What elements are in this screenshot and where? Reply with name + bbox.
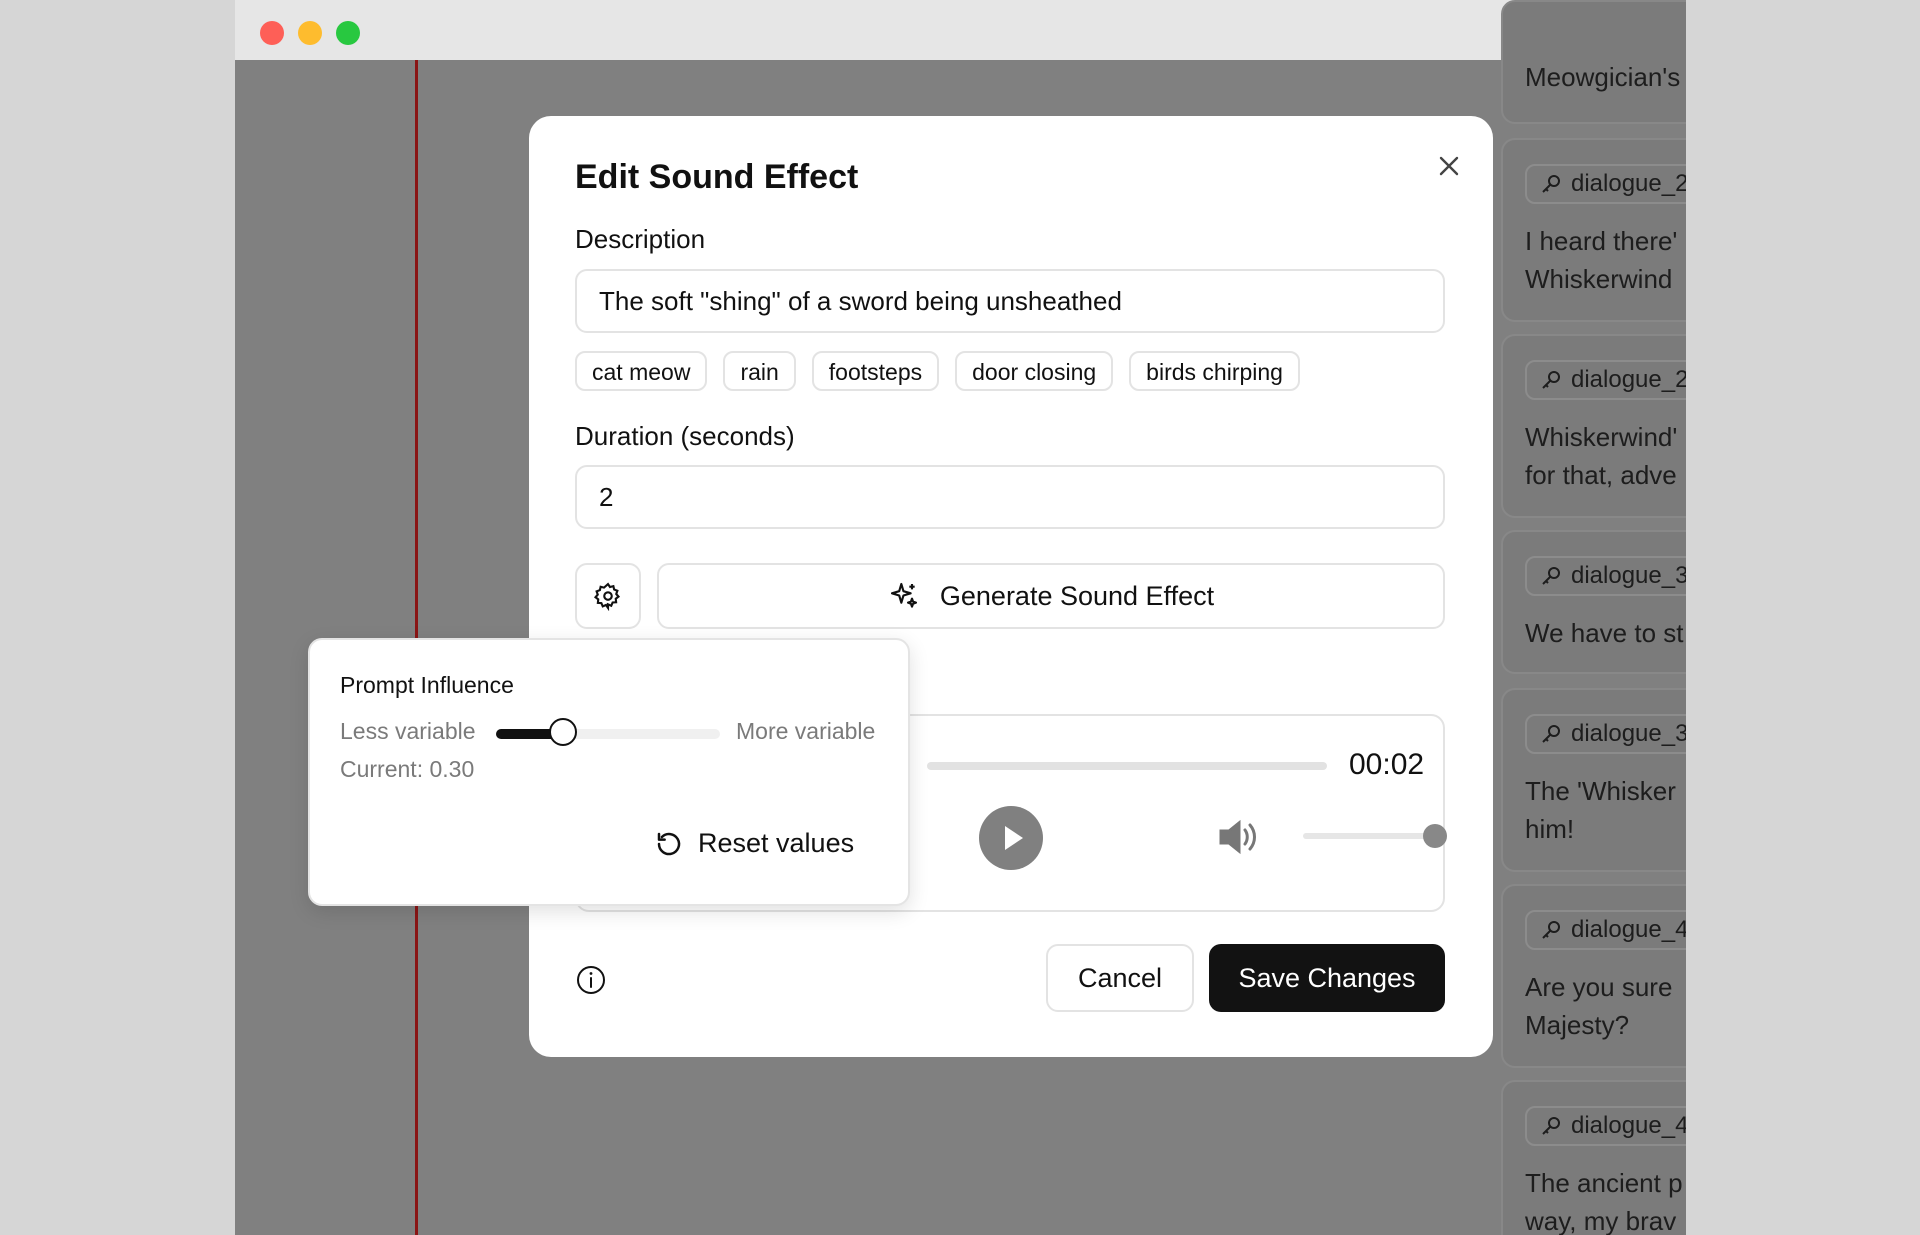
list-item-text: We have to st: [1525, 618, 1684, 648]
prompt-influence-slider[interactable]: [496, 718, 720, 746]
edit-sound-effect-dialog: Edit Sound Effect Description The soft "…: [529, 116, 1493, 1057]
dialogue-chip: dialogue_3: [1525, 556, 1686, 596]
sparkles-icon: [890, 582, 917, 608]
minimize-window-button[interactable]: [298, 21, 322, 45]
less-variable-label: Less variable: [340, 718, 476, 744]
zoom-window-button[interactable]: [336, 21, 360, 45]
list-item[interactable]: dialogue_2 I heard there' Whiskerwind: [1501, 138, 1686, 322]
volume-icon[interactable]: [1217, 817, 1261, 857]
suggestion-tags: cat meow rain footsteps door closing bir…: [575, 351, 1300, 391]
popover-title: Prompt Influence: [340, 672, 514, 698]
key-icon: [1542, 175, 1560, 193]
audio-progress-bar[interactable]: [927, 762, 1327, 770]
chip-label: dialogue_3: [1571, 720, 1686, 747]
dialogue-chip: dialogue_4: [1525, 1106, 1686, 1146]
chip-label: dialogue_3: [1571, 562, 1686, 589]
description-label: Description: [575, 224, 706, 254]
volume-slider[interactable]: [1303, 833, 1433, 839]
list-item-text: him!: [1525, 814, 1575, 844]
play-icon: [1005, 826, 1023, 850]
duration-label: Duration (seconds): [575, 421, 795, 451]
suggestion-tag[interactable]: birds chirping: [1129, 351, 1300, 391]
list-item[interactable]: Meowgician's: [1501, 0, 1686, 124]
list-item-text: Whiskerwind: [1525, 264, 1673, 294]
dialog-title: Edit Sound Effect: [575, 158, 859, 196]
slider-knob[interactable]: [549, 718, 577, 746]
dialogue-chip: dialogue_4: [1525, 910, 1686, 950]
save-changes-button[interactable]: Save Changes: [1209, 944, 1445, 1012]
reset-label: Reset values: [698, 828, 855, 858]
reset-values-button[interactable]: Reset values: [654, 828, 854, 859]
dialogue-chip: dialogue_2: [1525, 164, 1686, 204]
suggestion-tag[interactable]: cat meow: [575, 351, 708, 391]
info-icon[interactable]: [575, 964, 607, 996]
current-value: Current: 0.30: [340, 756, 475, 782]
list-item[interactable]: dialogue_3 We have to st: [1501, 530, 1686, 674]
suggestion-tag[interactable]: footsteps: [811, 351, 940, 391]
key-icon: [1542, 921, 1560, 939]
list-item[interactable]: dialogue_4 Are you sure Majesty?: [1501, 884, 1686, 1068]
close-window-button[interactable]: [260, 21, 284, 45]
reset-icon: [657, 832, 681, 855]
gear-icon: [593, 582, 621, 611]
list-item-text: The ancient p: [1525, 1168, 1683, 1198]
dialogue-chip: dialogue_3: [1525, 714, 1686, 754]
list-item[interactable]: dialogue_3 The 'Whisker him!: [1501, 688, 1686, 872]
key-icon: [1542, 567, 1560, 585]
title-bar: [235, 0, 1686, 60]
list-item-text: Whiskerwind': [1525, 422, 1678, 452]
key-icon: [1542, 1117, 1560, 1135]
settings-button[interactable]: [575, 563, 641, 629]
chip-label: dialogue_4: [1571, 1112, 1686, 1139]
generate-sound-effect-button[interactable]: Generate Sound Effect: [657, 563, 1445, 629]
list-item-text: Meowgician's: [1525, 62, 1681, 92]
list-item-text: for that, adve: [1525, 460, 1677, 490]
chip-label: dialogue_4: [1571, 916, 1686, 943]
description-input[interactable]: The soft "shing" of a sword being unshea…: [575, 269, 1445, 333]
volume-slider-knob[interactable]: [1423, 824, 1447, 848]
list-item-text: way, my brav: [1525, 1206, 1677, 1235]
list-item-text: The 'Whisker: [1525, 776, 1676, 806]
key-icon: [1542, 371, 1560, 389]
list-item-text: Are you sure: [1525, 972, 1673, 1002]
duration-input[interactable]: 2: [575, 465, 1445, 529]
dialogue-chip: dialogue_2: [1525, 360, 1686, 400]
audio-time: 00:02: [1349, 748, 1425, 781]
list-item-text: Majesty?: [1525, 1010, 1630, 1040]
suggestion-tag[interactable]: door closing: [955, 351, 1114, 391]
prompt-influence-popover: Prompt Influence Less variable More vari…: [308, 638, 910, 906]
close-icon[interactable]: [1431, 148, 1467, 184]
suggestion-tag[interactable]: rain: [723, 351, 796, 391]
chip-label: dialogue_2: [1571, 170, 1686, 197]
play-button[interactable]: [979, 806, 1043, 870]
key-icon: [1542, 725, 1560, 743]
list-item-text: I heard there': [1525, 226, 1678, 256]
list-item[interactable]: dialogue_4 The ancient p way, my brav: [1501, 1080, 1686, 1235]
chip-label: dialogue_2: [1571, 366, 1686, 393]
list-item[interactable]: dialogue_2 Whiskerwind' for that, adve: [1501, 334, 1686, 518]
cancel-button[interactable]: Cancel: [1046, 944, 1194, 1012]
more-variable-label: More variable: [736, 718, 876, 744]
generate-label: Generate Sound Effect: [939, 580, 1215, 611]
